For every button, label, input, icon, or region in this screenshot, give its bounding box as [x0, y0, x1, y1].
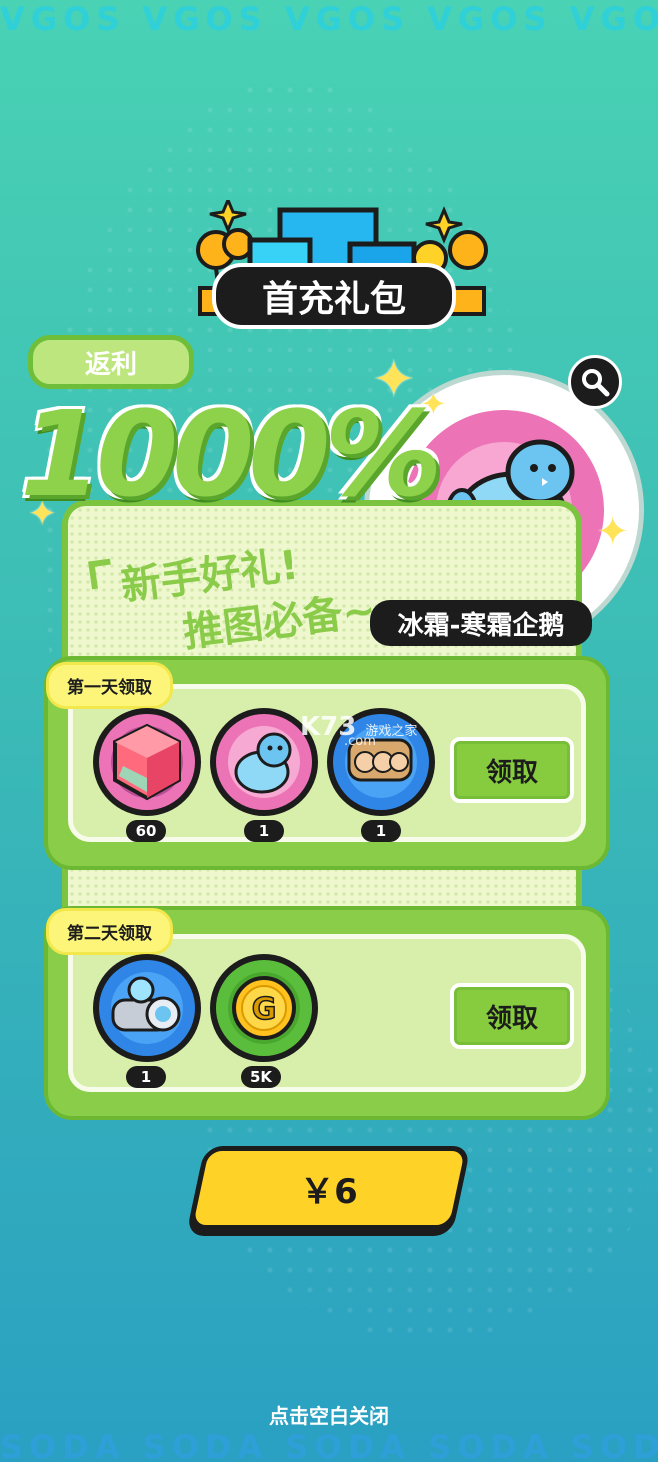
sparkle-icon: ✦ [596, 509, 630, 555]
crystal-cube-icon [113, 723, 181, 801]
day1-label: 第一天领取 [46, 662, 173, 709]
reward-count: 1 [244, 820, 284, 842]
day2-label: 第二天领取 [46, 908, 173, 955]
price-label[interactable]: ￥6 [196, 1146, 462, 1230]
watermark: K73 游戏之家 .com [300, 712, 417, 749]
watermark-domain: .com [344, 734, 376, 749]
pet-name-badge: 冰霜-寒霜企鹅 [370, 600, 592, 646]
gold-coin-icon: G [232, 976, 296, 1040]
rebate-value: 1000% [20, 385, 443, 523]
quote-mark-icon [88, 558, 114, 590]
page-title: 首充礼包 [212, 263, 456, 329]
penguin-pet-icon [234, 732, 292, 794]
top-pattern-strip: VGOS VGOS VGOS VGOS VGOS [0, 0, 658, 34]
bottom-pattern-strip: SODA SODA SODA SODA SODA [0, 1428, 658, 1462]
frost-device-icon [111, 976, 181, 1032]
magnify-button[interactable] [568, 355, 622, 409]
reward-count: 1 [126, 1066, 166, 1088]
reward-count: 60 [126, 820, 166, 842]
day1-claim-button[interactable]: 领取 [450, 737, 574, 803]
close-hint[interactable]: 点击空白关闭 [0, 1400, 658, 1429]
rebate-label: 返利 [28, 335, 194, 389]
magnifier-icon [582, 369, 610, 397]
reward-count: 1 [361, 820, 401, 842]
reward-count: 5K [241, 1066, 281, 1088]
reward-slot-gold-coin[interactable]: G [210, 954, 318, 1062]
day2-claim-button[interactable]: 领取 [450, 983, 574, 1049]
reward-slot-crystal[interactable] [93, 708, 201, 816]
svg-text:G: G [252, 992, 277, 1027]
reward-slot-frost-device[interactable] [93, 954, 201, 1062]
